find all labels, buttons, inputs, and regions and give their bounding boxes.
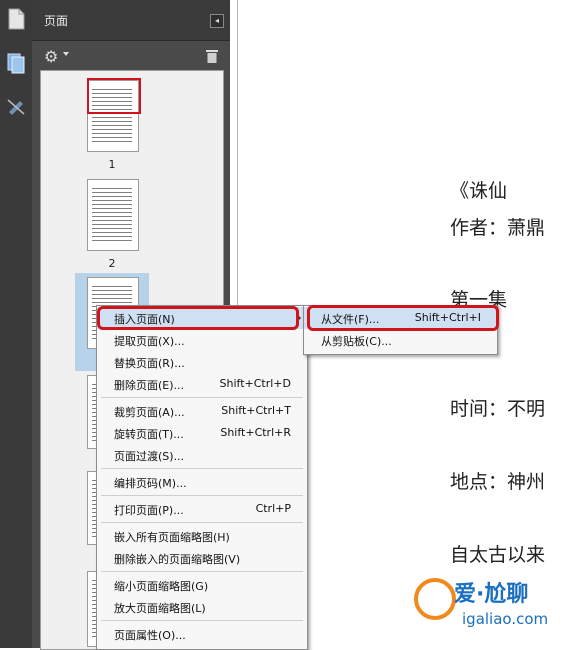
menu-item-label: 编排页码(M)... bbox=[114, 477, 187, 490]
menu-item-delete-pages[interactable]: 删除页面(E)... Shift+Ctrl+D bbox=[97, 373, 307, 395]
panel-title: 页面 bbox=[44, 14, 69, 28]
chevron-down-icon[interactable] bbox=[63, 52, 69, 56]
menu-separator bbox=[101, 571, 303, 572]
menu-item-label: 删除页面(E)... bbox=[114, 379, 185, 392]
attachment-icon[interactable] bbox=[6, 96, 26, 118]
page-thumbnail[interactable]: 2 bbox=[75, 177, 149, 270]
menu-item-label: 提取页面(X)... bbox=[114, 335, 185, 348]
page-number: 1 bbox=[108, 158, 116, 171]
thumbnail-highlight-box bbox=[87, 78, 141, 114]
page-thumbnails-icon[interactable] bbox=[6, 52, 26, 74]
menu-item-shortcut: Shift+Ctrl+R bbox=[220, 426, 291, 439]
menu-separator bbox=[101, 620, 303, 621]
document-icon[interactable] bbox=[6, 8, 26, 30]
document-text-line: 时间：不明 bbox=[450, 398, 546, 420]
document-title-line: 《诛仙 bbox=[450, 180, 508, 202]
menu-item-label: 裁剪页面(A)... bbox=[114, 406, 185, 419]
menu-item-label: 页面属性(O)... bbox=[114, 629, 186, 642]
menu-item-shortcut: Shift+Ctrl+T bbox=[221, 404, 291, 417]
watermark-url: igaliao.com bbox=[462, 610, 549, 628]
watermark-brand: 爱·尬聊 bbox=[454, 582, 529, 607]
menu-separator bbox=[101, 397, 303, 398]
options-gear-icon[interactable]: ⚙ bbox=[44, 47, 58, 66]
menu-item-label: 从剪贴板(C)... bbox=[321, 335, 392, 348]
menu-item-label: 嵌入所有页面缩略图(H) bbox=[114, 531, 230, 544]
menu-item-shortcut: Ctrl+P bbox=[255, 502, 291, 515]
menu-item-print-pages[interactable]: 打印页面(P)... Ctrl+P bbox=[97, 498, 307, 520]
menu-item-remove-embedded-thumbnails[interactable]: 删除嵌入的页面缩略图(V) bbox=[97, 547, 307, 569]
menu-item-reduce-thumbnails[interactable]: 缩小页面缩略图(G) bbox=[97, 574, 307, 596]
page-context-menu: 插入页面(N) 提取页面(X)... 替换页面(R)... 删除页面(E)...… bbox=[96, 305, 308, 650]
menu-item-label: 缩小页面缩略图(G) bbox=[114, 580, 209, 593]
menu-item-label: 旋转页面(T)... bbox=[114, 428, 184, 441]
page-thumbnail[interactable]: 1 bbox=[75, 76, 149, 174]
menu-item-label: 放大页面缩略图(L) bbox=[114, 602, 206, 615]
menu-item-label: 页面过渡(S)... bbox=[114, 450, 185, 463]
navigation-icon-strip bbox=[0, 0, 33, 648]
menu-item-rotate-pages[interactable]: 旋转页面(T)... Shift+Ctrl+R bbox=[97, 422, 307, 444]
menu-item-embed-thumbnails[interactable]: 嵌入所有页面缩略图(H) bbox=[97, 525, 307, 547]
page-preview bbox=[87, 179, 139, 251]
watermark-circle-icon bbox=[414, 578, 456, 620]
pages-panel-toolbar: ⚙ bbox=[32, 41, 230, 69]
document-text-line: 自太古以来 bbox=[450, 544, 546, 566]
menu-item-number-pages[interactable]: 编排页码(M)... bbox=[97, 471, 307, 493]
menu-item-page-properties[interactable]: 页面属性(O)... bbox=[97, 623, 307, 645]
watermark-logo: 爱·尬聊 igaliao.com bbox=[410, 572, 574, 648]
menu-item-crop-pages[interactable]: 裁剪页面(A)... Shift+Ctrl+T bbox=[97, 400, 307, 422]
menu-item-label: 打印页面(P)... bbox=[114, 504, 184, 517]
menu-item-replace-pages[interactable]: 替换页面(R)... bbox=[97, 351, 307, 373]
menu-item-from-clipboard[interactable]: 从剪贴板(C)... bbox=[304, 329, 497, 351]
menu-separator bbox=[101, 522, 303, 523]
menu-item-label: 删除嵌入的页面缩略图(V) bbox=[114, 553, 241, 566]
page-number: 2 bbox=[108, 257, 116, 270]
menu-item-enlarge-thumbnails[interactable]: 放大页面缩略图(L) bbox=[97, 596, 307, 618]
menu-item-page-transitions[interactable]: 页面过渡(S)... bbox=[97, 444, 307, 466]
annotation-highlight-insert-pages bbox=[97, 306, 299, 330]
collapse-panel-button[interactable]: ◂ bbox=[210, 14, 224, 28]
trash-icon[interactable] bbox=[206, 49, 218, 63]
menu-separator bbox=[101, 495, 303, 496]
menu-item-extract-pages[interactable]: 提取页面(X)... bbox=[97, 329, 307, 351]
document-author-line: 作者：萧鼎 bbox=[450, 217, 546, 239]
pages-panel-header: 页面 ◂ bbox=[32, 0, 230, 41]
menu-item-shortcut: Shift+Ctrl+D bbox=[219, 377, 291, 390]
document-text-line: 地点：神州 bbox=[450, 471, 546, 493]
menu-separator bbox=[101, 468, 303, 469]
menu-item-label: 替换页面(R)... bbox=[114, 357, 185, 370]
annotation-highlight-from-file bbox=[307, 305, 499, 331]
